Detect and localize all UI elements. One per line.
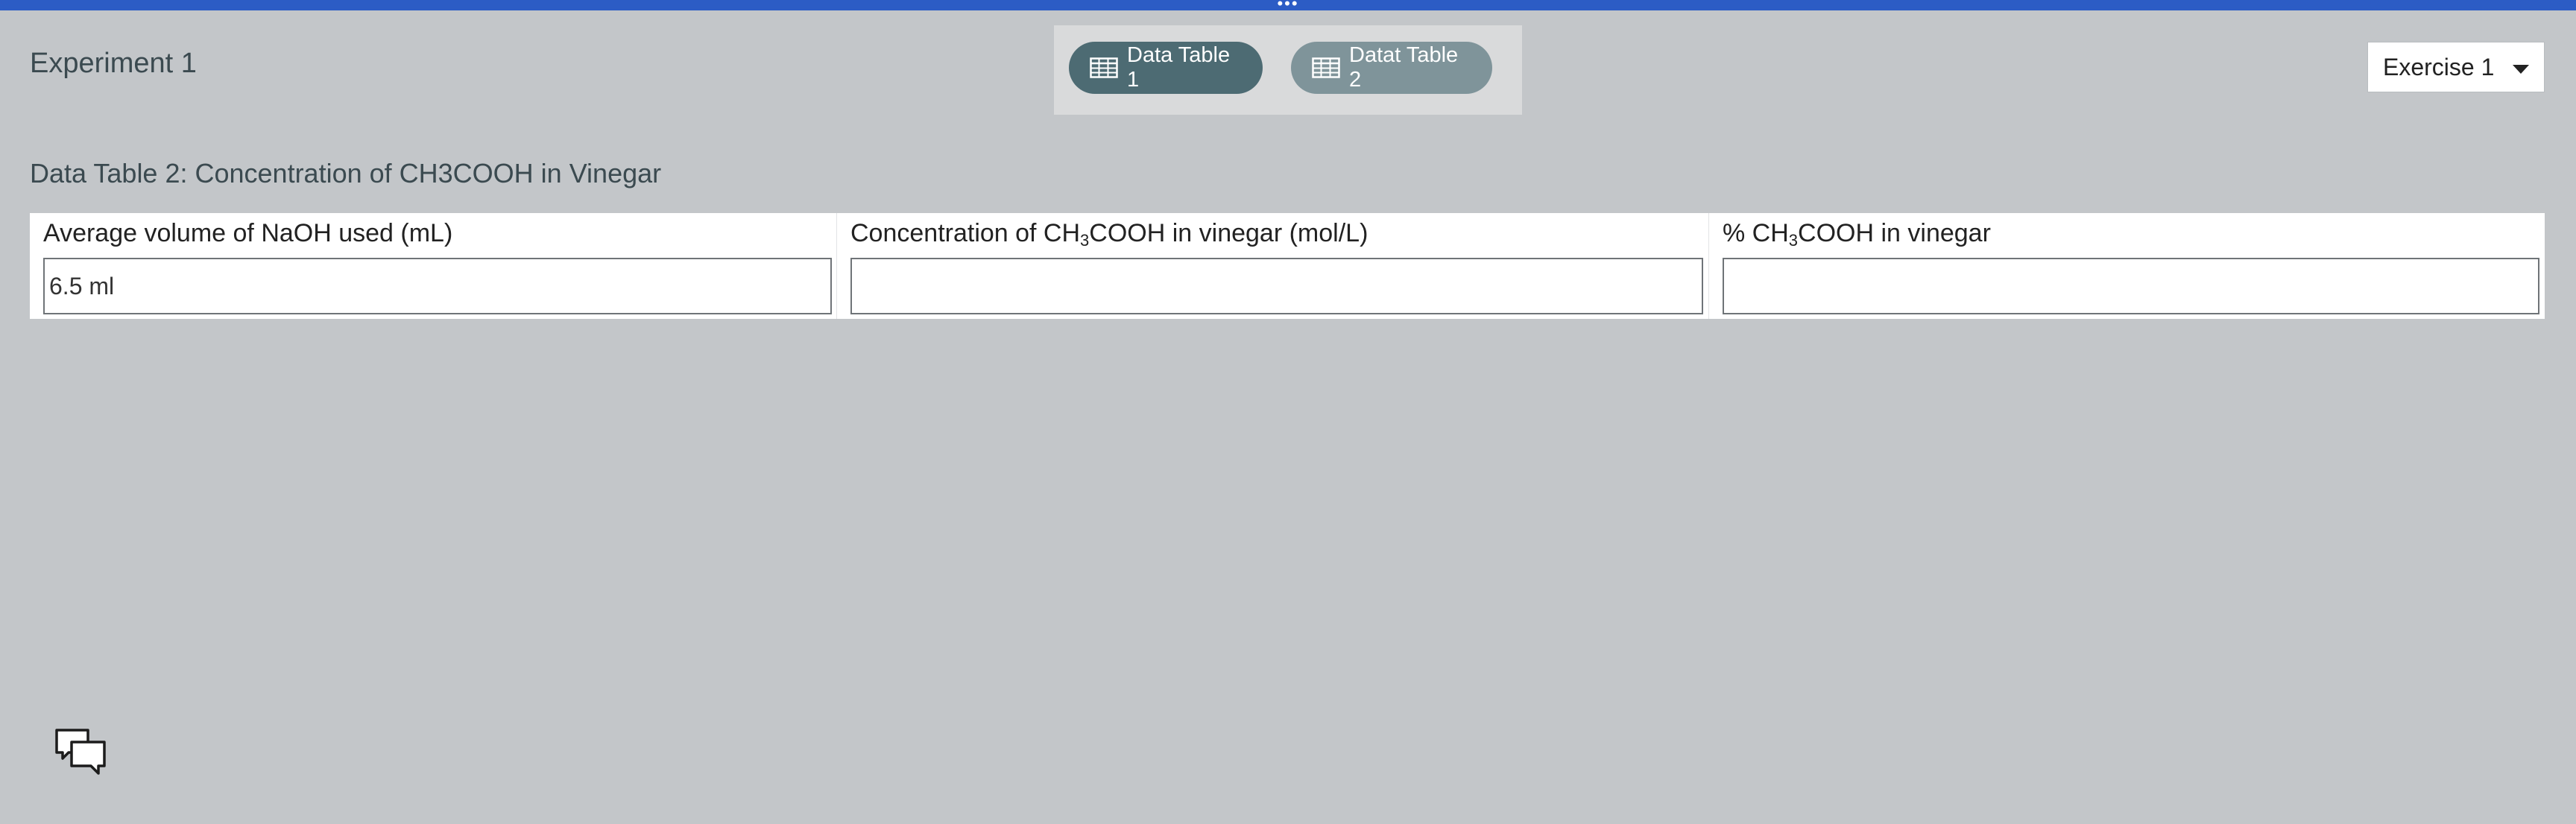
column-header: Concentration of CH3COOH in vinegar (mol… xyxy=(850,219,1368,250)
table-column: Concentration of CH3COOH in vinegar (mol… xyxy=(837,213,1709,319)
section-title: Data Table 2: Concentration of CH3COOH i… xyxy=(30,158,662,188)
table-column: % CH3COOH in vinegar xyxy=(1709,213,2545,319)
chevron-down-icon xyxy=(2513,65,2529,74)
table-grid-icon xyxy=(1090,57,1118,78)
table-grid-icon xyxy=(1312,57,1340,78)
drag-handle-icon[interactable]: ••• xyxy=(1273,0,1303,12)
tab-data-table-1[interactable]: Data Table 1 xyxy=(1069,42,1263,94)
column-header: Average volume of NaOH used (mL) xyxy=(43,219,453,247)
tab-label: Datat Table 2 xyxy=(1349,43,1459,92)
column-header: % CH3COOH in vinegar xyxy=(1723,219,1991,250)
tab-label: Data Table 1 xyxy=(1127,43,1231,92)
exercise-select[interactable]: Exercise 1 xyxy=(2367,42,2545,92)
chat-bubbles-icon[interactable] xyxy=(54,727,107,781)
avg-naoh-volume-input[interactable] xyxy=(43,258,832,314)
tab-data-table-2[interactable]: Datat Table 2 xyxy=(1291,42,1492,94)
ch3cooh-percent-input[interactable] xyxy=(1723,258,2539,314)
ch3cooh-concentration-input[interactable] xyxy=(850,258,1703,314)
tab-group: Data Table 1 Datat Table 2 xyxy=(1054,25,1522,115)
data-table: Average volume of NaOH used (mL) Concent… xyxy=(30,213,2545,319)
table-column: Average volume of NaOH used (mL) xyxy=(30,213,837,319)
exercise-select-value: Exercise 1 xyxy=(2383,53,2495,80)
experiment-title: Experiment 1 xyxy=(30,48,197,79)
